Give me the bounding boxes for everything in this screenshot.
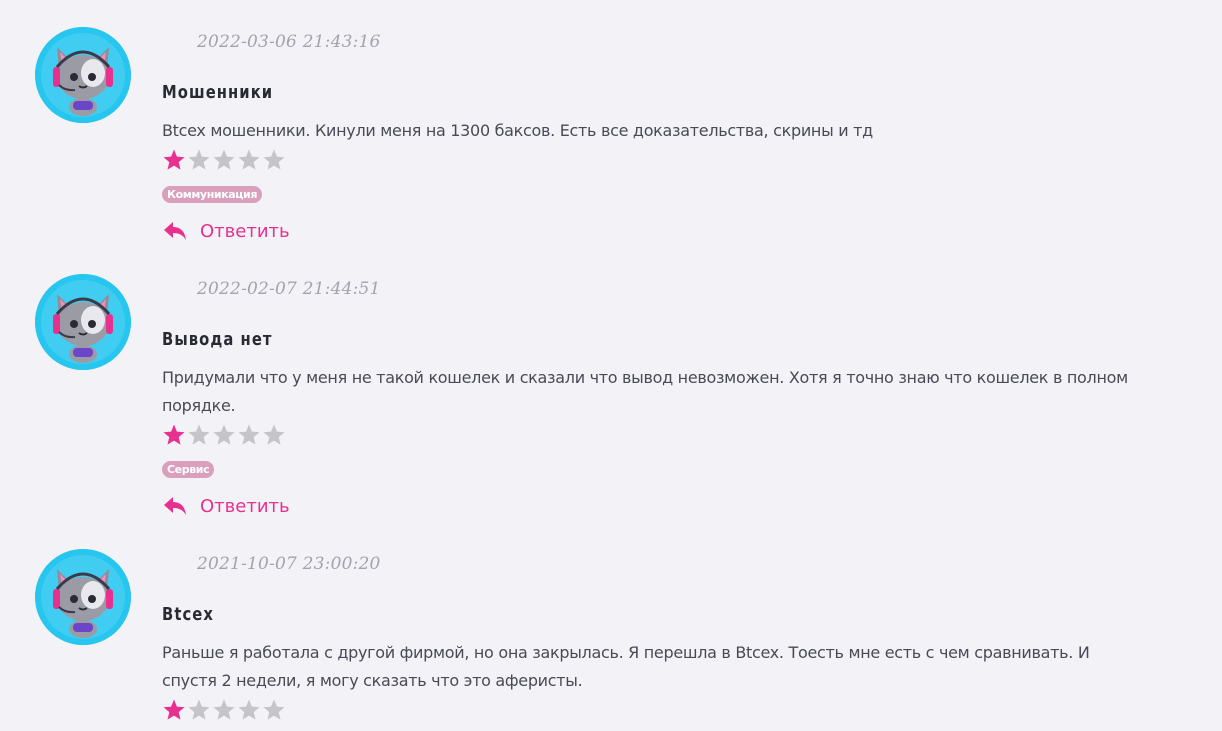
star-empty-icon [213,699,235,720]
review-text: Btcex мошенники. Кинули меня на 1300 бак… [162,121,873,140]
cat-avatar-icon [35,549,131,645]
review-title: Btcex [162,604,214,625]
star-empty-icon [238,699,260,720]
star-empty-icon [263,699,285,720]
review-title: Мошенники [162,82,274,103]
reply-arrow-icon [164,222,186,240]
reply-button[interactable]: Ответить [162,495,290,517]
star-empty-icon [263,424,285,445]
avatar [35,27,131,123]
star-filled-icon [163,149,185,170]
review-text: Раньше я работала с другой фирмой, но он… [162,643,1090,690]
star-empty-icon [213,149,235,170]
reply-button[interactable]: Ответить [162,220,290,242]
category-tag: Сервис [162,461,215,478]
star-empty-icon [238,424,260,445]
star-empty-icon [263,149,285,170]
star-empty-icon [188,699,210,720]
rating-stars [162,698,286,722]
avatar [35,549,131,645]
reply-label: Ответить [200,495,290,517]
star-empty-icon [238,149,260,170]
review-date: 2022-02-07 21:44:51 [197,279,381,299]
rating-stars [162,423,286,447]
review-text: Придумали что у меня не такой кошелек и … [162,368,1128,415]
star-empty-icon [213,424,235,445]
avatar [35,274,131,370]
star-empty-icon [188,424,210,445]
cat-avatar-icon [35,274,131,370]
review-date: 2021-10-07 23:00:20 [197,554,381,574]
star-filled-icon [163,424,185,445]
category-tag: Коммуникация [162,186,263,203]
reply-label: Ответить [200,220,290,242]
reply-arrow-icon [164,497,186,515]
review-date: 2022-03-06 21:43:16 [197,32,381,52]
review-title: Вывода нет [162,329,273,350]
rating-stars [162,148,286,172]
star-empty-icon [188,149,210,170]
cat-avatar-icon [35,27,131,123]
star-filled-icon [163,699,185,720]
